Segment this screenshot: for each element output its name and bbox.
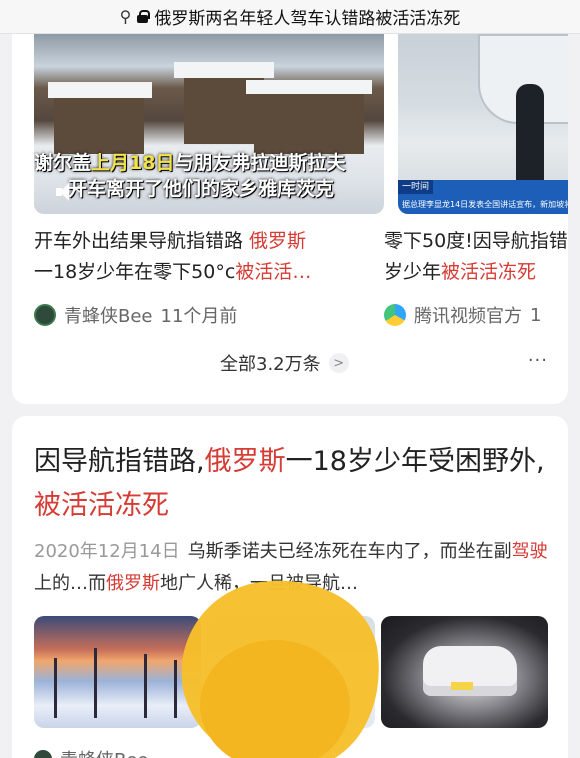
publish-time: 1 [530, 304, 542, 326]
video-carousel-card: 谢尔盖上月18日与朋友弗拉迪斯拉夫 开车离开了他们的家乡雅库茨克 × 一时间 据… [12, 34, 568, 404]
license-plate-shape [450, 682, 473, 690]
video-thumbnail-1[interactable]: 谢尔盖上月18日与朋友弗拉迪斯拉夫 开车离开了他们的家乡雅库茨克 × [34, 34, 384, 214]
lock-icon [137, 10, 151, 23]
news-tag: 一时间 [398, 180, 434, 194]
title-highlight: 被活活… [235, 261, 312, 283]
source-name: 青蜂侠Bee [60, 746, 149, 758]
video-title-1[interactable]: 开车外出结果导航指错路 俄罗斯 一18岁少年在零下50°c被活活… [34, 226, 384, 288]
article-source[interactable]: 青蜂侠Bee [34, 746, 149, 758]
title-text: 开车外出结果导航指错路 [34, 230, 250, 252]
search-bar[interactable]: ⚲ 俄罗斯两名年轻人驾车认错路被活活冻死 [0, 0, 580, 34]
news-ticker: 据总理李显龙14日发表全国讲话宣布，新加坡将 [402, 200, 568, 209]
view-all-label: 全部3.2万条 [220, 354, 321, 375]
article-image[interactable] [34, 616, 202, 728]
title-text: 岁少年 [384, 261, 442, 283]
house-shape [254, 92, 364, 154]
news-banner: 一时间 据总理李显龙14日发表全国讲话宣布，新加坡将 [398, 180, 568, 214]
roof-shape [246, 80, 372, 94]
search-query[interactable]: 俄罗斯两名年轻人驾车认错路被活活冻死 [154, 4, 460, 29]
title-text: 零下50度!因导航指错路 [384, 230, 568, 252]
publish-time: 11个月前 [160, 306, 238, 327]
house-shape [54, 96, 144, 154]
caption-highlight: 上月18日 [91, 152, 175, 174]
title-highlight: 被活活冻死 [34, 490, 169, 521]
search-icon: ⚲ [119, 7, 132, 26]
tree-shape [174, 660, 177, 718]
title-text: 一18岁少年在零下50°c [34, 261, 236, 283]
snippet-highlight: 驾驶 [511, 541, 548, 562]
roof-shape [48, 82, 152, 98]
source-name: 腾讯视频官方 [414, 306, 522, 327]
caption-text: 开车离开了他们的家乡雅库茨克 [68, 178, 335, 200]
title-highlight: 俄罗斯 [249, 230, 307, 252]
title-highlight: 被活活冻死 [441, 261, 537, 283]
article-title[interactable]: 因导航指错路,俄罗斯一18岁少年受困野外, 被活活冻死 [34, 440, 554, 528]
snippet-highlight: 俄罗斯 [106, 573, 160, 594]
roof-shape [174, 62, 274, 78]
avatar [34, 304, 56, 326]
caption-text: 与朋友弗拉迪斯拉夫 [174, 152, 346, 174]
title-highlight: 俄罗斯 [204, 446, 286, 477]
snippet-text: 乌斯季诺夫已经冻死在车内了，而坐在副 [187, 541, 512, 562]
more-row: 全部3.2万条 > ··· [12, 346, 568, 382]
title-text: 一18岁少年受困野外, [285, 446, 545, 477]
video-source-1[interactable]: 青蜂侠Bee 11个月前 [34, 302, 237, 328]
tree-shape [54, 658, 57, 718]
video-source-2[interactable]: 腾讯视频官方 1 [384, 302, 541, 328]
snippet-text: 上的…而 [34, 573, 106, 594]
view-all-button[interactable]: 全部3.2万条 > [220, 350, 349, 376]
title-text: 因导航指错路, [34, 446, 205, 477]
video-overlay-caption: 谢尔盖上月18日与朋友弗拉迪斯拉夫 开车离开了他们的家乡雅库茨克 [34, 150, 384, 202]
more-dots-icon[interactable]: ··· [528, 350, 548, 371]
redaction-scribble [200, 640, 350, 758]
tree-shape [144, 654, 147, 718]
source-name: 青蜂侠Bee [64, 306, 153, 327]
video-thumbnail-2[interactable]: 一时间 据总理李显龙14日发表全国讲话宣布，新加坡将 [398, 34, 568, 214]
tree-shape [94, 648, 97, 718]
tencent-video-logo-icon [384, 304, 406, 326]
article-image[interactable] [380, 616, 548, 728]
chevron-right-icon: > [328, 353, 349, 373]
avatar [34, 750, 52, 758]
person-shape [516, 84, 544, 184]
mute-icon[interactable]: × [56, 182, 82, 202]
video-title-2[interactable]: 零下50度!因导航指错路 岁少年被活活冻死 [384, 226, 568, 288]
caption-text: 谢尔盖 [34, 152, 92, 174]
article-date: 2020年12月14日 [34, 541, 180, 562]
